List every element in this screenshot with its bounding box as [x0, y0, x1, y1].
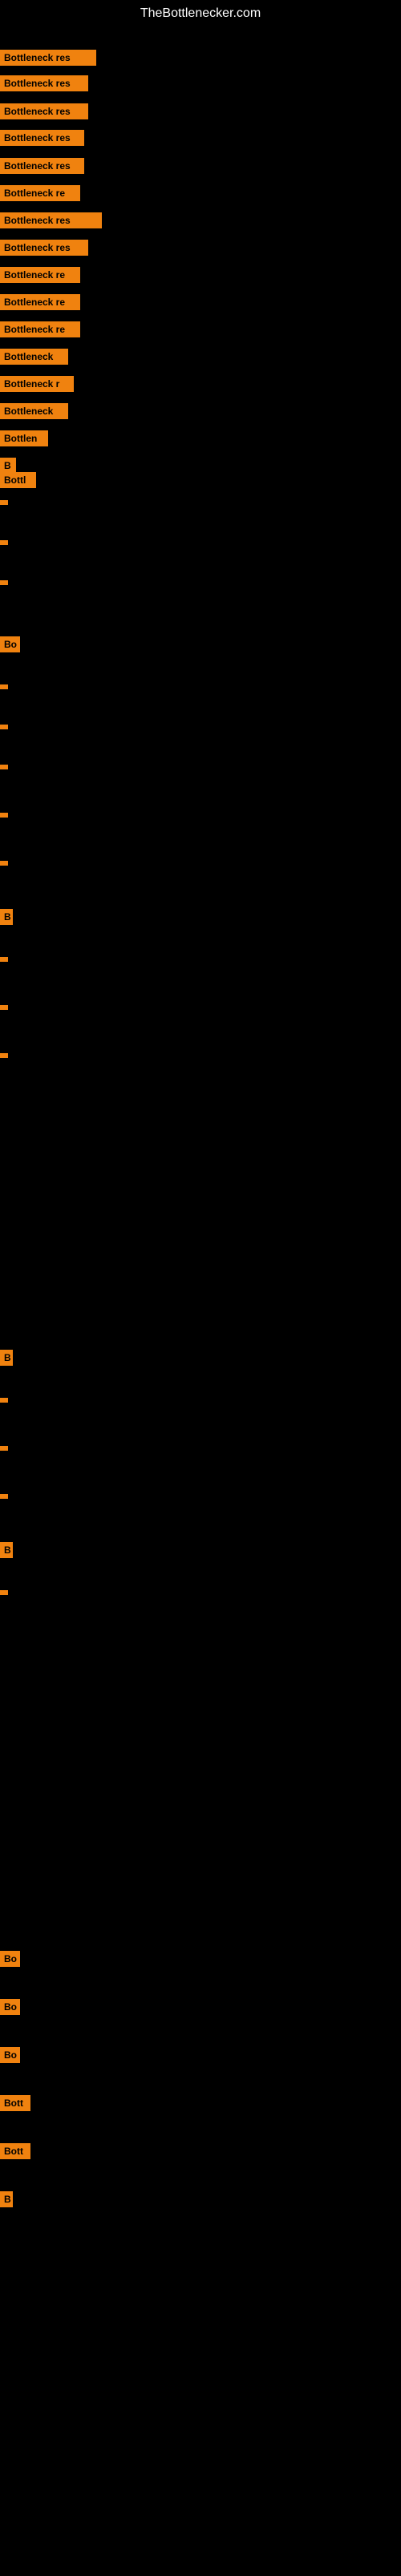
bottleneck-item-2[interactable]: Bottleneck res: [0, 75, 88, 91]
bottleneck-item-40[interactable]: Bott: [0, 2095, 30, 2111]
bottleneck-item-17[interactable]: Bottl: [0, 472, 36, 488]
bottleneck-item-6[interactable]: Bottleneck re: [0, 185, 80, 201]
bottleneck-item-8[interactable]: Bottleneck res: [0, 240, 88, 256]
bottleneck-item-28[interactable]: [0, 957, 8, 962]
bottleneck-item-16[interactable]: B: [0, 458, 16, 474]
site-title: TheBottlenecker.com: [0, 0, 401, 27]
bottleneck-item-21[interactable]: Bo: [0, 636, 20, 652]
bottleneck-item-14[interactable]: Bottleneck: [0, 403, 68, 419]
bottleneck-item-1[interactable]: Bottleneck res: [0, 50, 96, 66]
bottleneck-item-39[interactable]: Bo: [0, 2047, 20, 2063]
bottleneck-item-10[interactable]: Bottleneck re: [0, 294, 80, 310]
bottleneck-item-32[interactable]: [0, 1398, 8, 1403]
bottleneck-item-9[interactable]: Bottleneck re: [0, 267, 80, 283]
bottleneck-item-35[interactable]: B: [0, 1542, 13, 1558]
bottleneck-item-5[interactable]: Bottleneck res: [0, 158, 84, 174]
bottleneck-item-33[interactable]: [0, 1446, 8, 1451]
bottleneck-item-29[interactable]: [0, 1005, 8, 1010]
bottleneck-item-31[interactable]: B: [0, 1350, 13, 1366]
bottleneck-item-37[interactable]: Bo: [0, 1951, 20, 1967]
bottleneck-item-41[interactable]: Bott: [0, 2143, 30, 2159]
bottleneck-item-25[interactable]: [0, 813, 8, 818]
bottleneck-item-4[interactable]: Bottleneck res: [0, 130, 84, 146]
bottleneck-item-15[interactable]: Bottlen: [0, 430, 48, 446]
bottleneck-item-23[interactable]: [0, 725, 8, 729]
bottleneck-item-42[interactable]: B: [0, 2191, 13, 2207]
bottleneck-item-36[interactable]: [0, 1590, 8, 1595]
bottleneck-item-7[interactable]: Bottleneck res: [0, 212, 102, 228]
bottleneck-item-20[interactable]: [0, 580, 8, 585]
bottleneck-item-18[interactable]: [0, 500, 8, 505]
bottleneck-item-3[interactable]: Bottleneck res: [0, 103, 88, 119]
bottleneck-item-13[interactable]: Bottleneck r: [0, 376, 74, 392]
bottleneck-item-26[interactable]: [0, 861, 8, 866]
bottleneck-item-27[interactable]: B: [0, 909, 13, 925]
bottleneck-item-34[interactable]: [0, 1494, 8, 1499]
bottleneck-item-22[interactable]: [0, 684, 8, 689]
bottleneck-item-11[interactable]: Bottleneck re: [0, 321, 80, 337]
bottleneck-item-30[interactable]: [0, 1053, 8, 1058]
bottleneck-item-38[interactable]: Bo: [0, 1999, 20, 2015]
bottleneck-item-12[interactable]: Bottleneck: [0, 349, 68, 365]
bottleneck-item-24[interactable]: [0, 765, 8, 769]
bottleneck-item-19[interactable]: [0, 540, 8, 545]
